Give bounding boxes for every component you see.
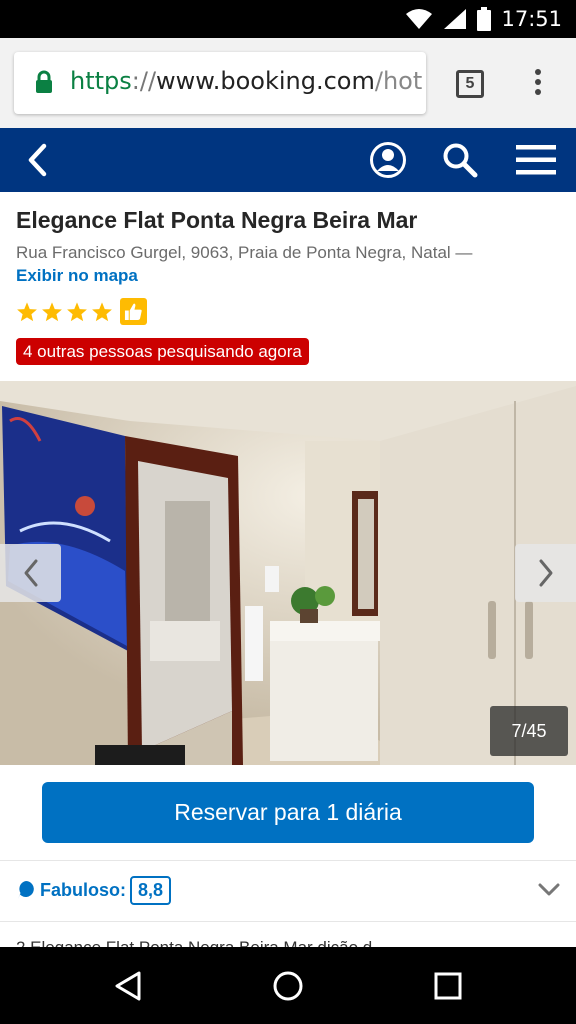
divider [0, 921, 576, 922]
preferred-partner-badge [120, 298, 147, 325]
android-back-button[interactable] [80, 947, 176, 1024]
photo-counter: 7/45 [490, 706, 568, 756]
review-score: 8,8 [130, 876, 172, 905]
star-rating [16, 298, 147, 325]
star-icon [92, 301, 112, 321]
hotel-title: Elegance Flat Ponta Negra Beira Mar [16, 207, 418, 233]
next-section-text: 2 Elegance Flat Ponta Negra Beira Mar di… [16, 938, 372, 947]
url-scheme: https [70, 67, 132, 95]
home-circle-icon [273, 971, 303, 1000]
review-label: Fabuloso: [40, 880, 126, 900]
menu-dot [535, 69, 541, 75]
user-icon [370, 142, 406, 178]
star-icon [42, 301, 62, 321]
status-time: 17:51 [501, 7, 562, 31]
gallery-prev-button[interactable] [0, 544, 61, 602]
recents-square-icon [434, 972, 462, 999]
search-icon [443, 143, 478, 178]
thumbs-up-icon [124, 303, 142, 321]
cell-signal-icon [444, 9, 467, 29]
menu-dot [535, 79, 541, 85]
android-nav-bar [0, 947, 576, 1024]
photo-gallery[interactable]: 7/45 [0, 381, 576, 765]
show-on-map-link[interactable]: Exibir no mapa [16, 266, 138, 286]
gallery-next-button[interactable] [515, 544, 576, 602]
chevron-right-icon [539, 559, 552, 587]
chevron-left-icon [24, 559, 37, 587]
back-button[interactable] [14, 128, 62, 192]
browser-menu-button[interactable] [528, 66, 548, 102]
wifi-icon [406, 9, 433, 29]
reserve-button[interactable]: Reservar para 1 diária [42, 782, 534, 843]
speech-bubble-icon [18, 881, 34, 899]
status-bar: 17:51 [0, 0, 576, 38]
search-button[interactable] [436, 128, 484, 192]
tab-switcher-button[interactable]: 5 [456, 70, 484, 98]
address-bar[interactable]: https://www.booking.com/hot [14, 52, 426, 114]
url-path: /hot [374, 67, 423, 95]
url-host: www.booking.com [156, 67, 375, 95]
account-button[interactable] [364, 128, 412, 192]
url-separator: :// [131, 67, 157, 95]
review-score-row[interactable]: Fabuloso: 8,8 [0, 861, 576, 921]
hamburger-menu-icon [516, 145, 556, 175]
url-text: https://www.booking.com/hot [70, 67, 422, 95]
viewers-badge: 4 outras pessoas pesquisando agora [16, 338, 309, 365]
status-icons: 17:51 [405, 6, 562, 32]
menu-dot [535, 89, 541, 95]
chevron-down-icon [538, 883, 560, 896]
hotel-address: Rua Francisco Gurgel, 9063, Praia de Pon… [16, 243, 473, 262]
site-header [0, 128, 576, 192]
battery-icon [477, 7, 492, 31]
android-recents-button[interactable] [400, 947, 496, 1024]
browser-toolbar: https://www.booking.com/hot 5 [0, 38, 576, 128]
star-icon [67, 301, 87, 321]
lock-icon [36, 70, 52, 93]
android-home-button[interactable] [240, 947, 336, 1024]
chevron-left-icon [28, 143, 47, 177]
star-icon [17, 301, 37, 321]
main-menu-button[interactable] [510, 128, 562, 192]
back-triangle-icon [115, 971, 141, 1000]
